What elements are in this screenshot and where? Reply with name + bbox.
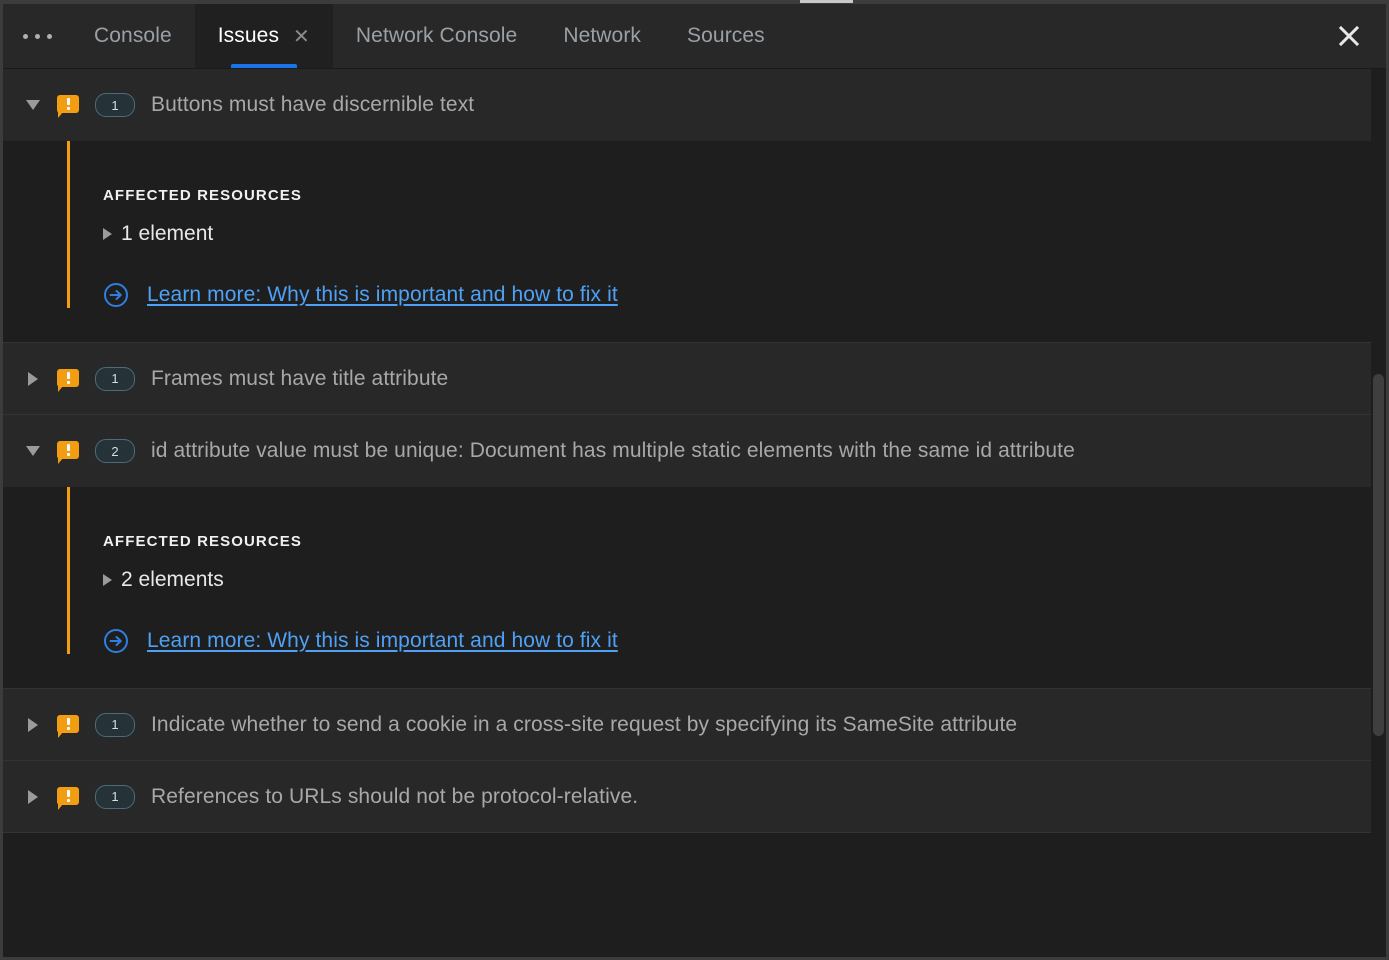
issues-scrollbar-track[interactable] [1371,69,1386,957]
learn-more-link[interactable]: Learn more: Why this is important and ho… [147,629,618,653]
issues-scrollbar-thumb[interactable] [1373,374,1384,736]
issue-count-badge: 1 [95,784,135,809]
devtools-panel: Console Issues ✕ Network Console Network… [0,0,1389,960]
tab-network-console[interactable]: Network Console [333,4,540,68]
issue-header[interactable]: 1 Indicate whether to send a cookie in a… [3,689,1386,761]
tab-label: Console [94,24,172,47]
issue-count-badge: 1 [95,93,135,117]
affected-resources-row[interactable]: 1 element [103,222,1386,246]
chevron-down-icon[interactable] [17,446,49,456]
tabbar-spacer [788,4,1312,68]
issue-count-badge: 1 [95,366,135,391]
chevron-right-icon[interactable] [103,574,112,586]
warning-icon [57,368,79,392]
tab-label: Network Console [355,24,518,47]
issue-header[interactable]: 1 Buttons must have discernible text [3,69,1386,141]
learn-more-row[interactable]: Learn more: Why this is important and ho… [103,282,1386,308]
affected-resources-label: AFFECTED RESOURCES [103,187,302,204]
tab-label: Sources [687,24,765,47]
tab-sources[interactable]: Sources [664,4,788,68]
close-icon [1338,25,1360,47]
issue-count-badge: 1 [95,712,135,737]
learn-more-row[interactable]: Learn more: Why this is important and ho… [103,628,1386,654]
chevron-right-icon[interactable] [103,228,112,240]
issue-header[interactable]: 1 Frames must have title attribute [3,343,1386,415]
warning-icon [57,714,79,738]
tab-strip: Console Issues ✕ Network Console Network… [71,4,788,68]
affected-resources-count: 2 elements [121,568,224,591]
issue-accent-bar [67,487,70,654]
affected-resources-count: 1 element [121,222,214,245]
issue-header[interactable]: 2 id attribute value must be unique: Doc… [3,415,1386,487]
tab-label: Network [563,24,642,47]
issue-item: 1 Buttons must have discernible text AFF… [3,69,1386,343]
issue-item: 1 References to URLs should not be proto… [3,761,1386,833]
issue-item: 1 Indicate whether to send a cookie in a… [3,689,1386,761]
issue-title: References to URLs should not be protoco… [151,784,639,808]
affected-resources-row[interactable]: 2 elements [103,568,1386,592]
more-tabs-button[interactable] [3,4,71,68]
learn-more-link[interactable]: Learn more: Why this is important and ho… [147,283,618,307]
tab-label: Issues [217,24,280,47]
more-dot-icon [22,33,28,39]
warning-icon [57,441,79,464]
panel-resize-handle[interactable] [800,0,853,3]
issues-list[interactable]: 1 Buttons must have discernible text AFF… [3,69,1386,957]
more-dot-icon [46,33,52,39]
issue-item: 1 Frames must have title attribute [3,343,1386,415]
chevron-down-icon[interactable] [17,100,49,110]
close-devtools-button[interactable] [1312,4,1386,68]
issue-count-badge: 2 [95,439,135,463]
issue-item: 2 id attribute value must be unique: Doc… [3,415,1386,689]
tab-issues[interactable]: Issues ✕ [194,4,333,68]
chevron-right-icon[interactable] [17,789,49,804]
arrow-circle-right-icon [104,283,128,307]
tab-close-icon[interactable]: ✕ [293,26,310,46]
tab-console[interactable]: Console [71,4,195,68]
active-tab-indicator [230,64,297,68]
issue-header[interactable]: 1 References to URLs should not be proto… [3,761,1386,833]
issue-body: AFFECTED RESOURCES 1 element Learn more:… [3,141,1386,343]
more-dot-icon [34,33,40,39]
issue-title: Indicate whether to send a cookie in a c… [151,712,1018,736]
tab-network[interactable]: Network [540,4,664,68]
chevron-right-icon[interactable] [17,371,49,386]
issue-title: id attribute value must be unique: Docum… [151,439,1075,462]
affected-resources-label: AFFECTED RESOURCES [103,533,302,550]
warning-icon [57,786,79,810]
warning-icon [57,95,79,118]
issue-body: AFFECTED RESOURCES 2 elements Learn more… [3,487,1386,689]
arrow-circle-right-icon [104,629,128,653]
issue-title: Frames must have title attribute [151,366,449,390]
devtools-tabbar: Console Issues ✕ Network Console Network… [3,0,1386,69]
issue-accent-bar [67,141,70,308]
chevron-right-icon[interactable] [17,717,49,732]
issue-title: Buttons must have discernible text [151,93,475,116]
